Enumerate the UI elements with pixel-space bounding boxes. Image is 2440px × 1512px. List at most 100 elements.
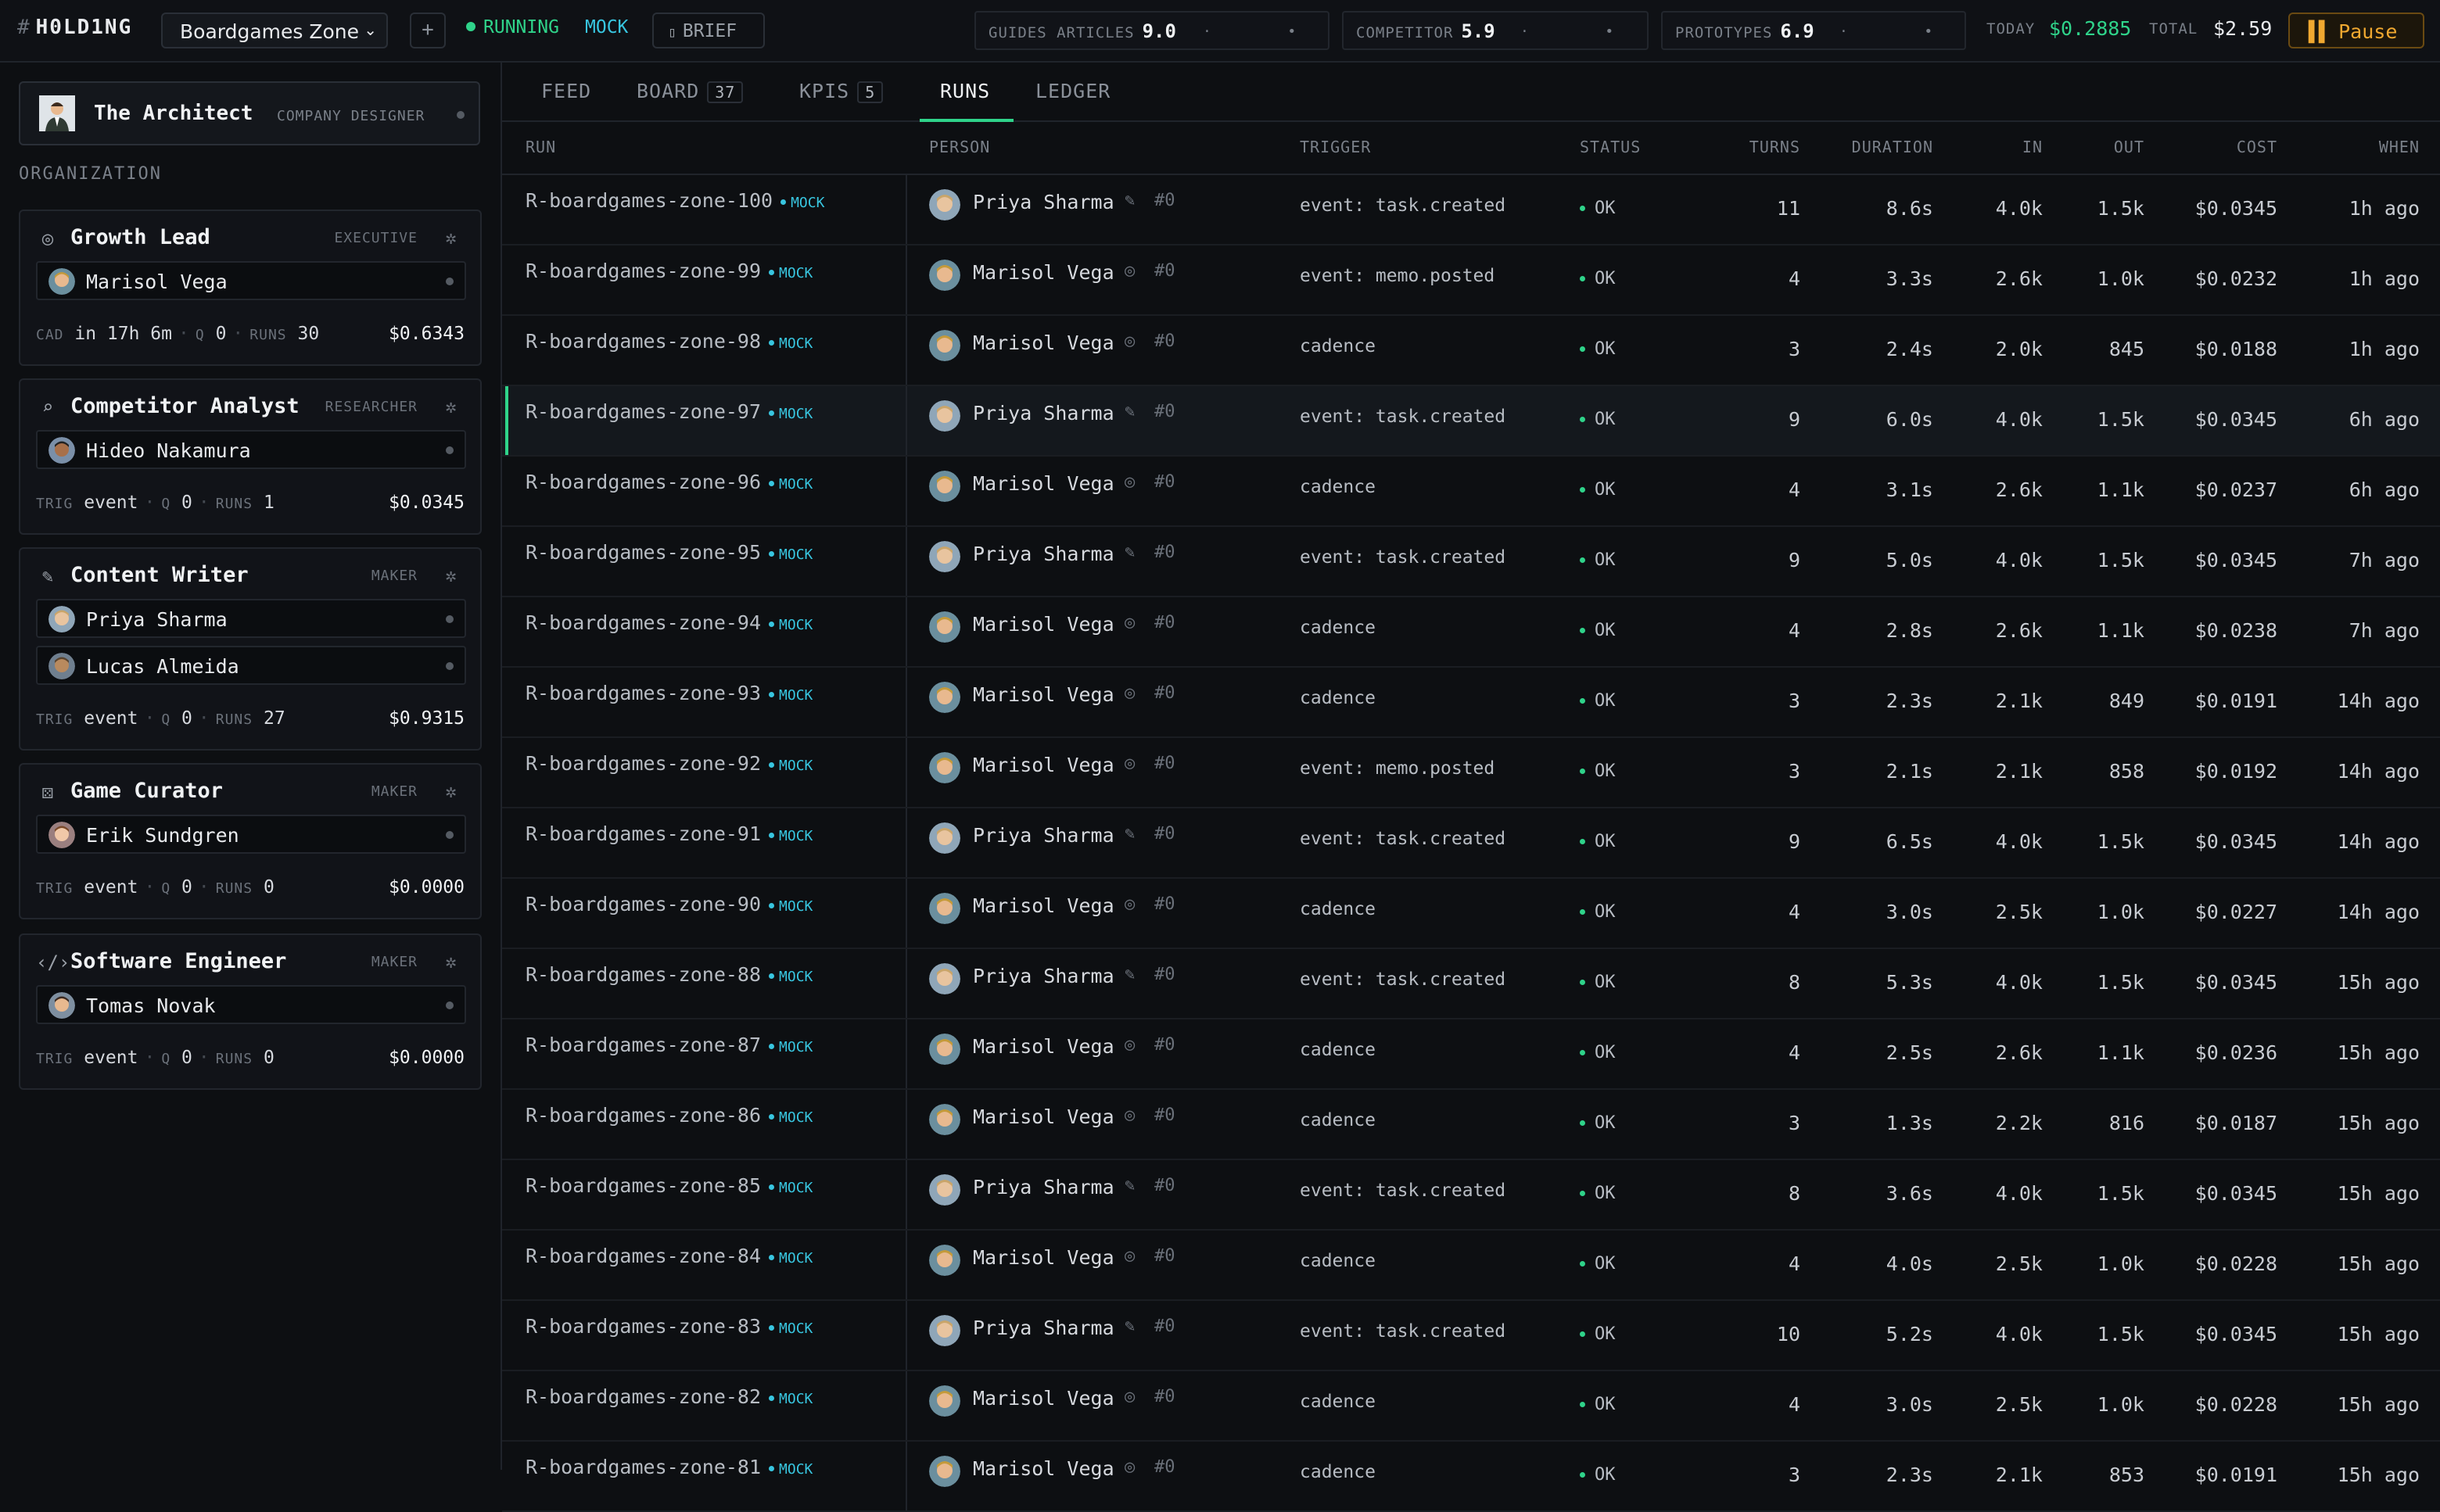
person-name[interactable]: Priya Sharma [973, 191, 1114, 213]
run-cell[interactable]: R-boardgames-zone-87 MOCK [502, 1019, 907, 1088]
role-card-content-writer[interactable]: ✎ Content Writer MAKER ✲ Priya Sharma Lu… [19, 547, 482, 751]
table-row[interactable]: R-boardgames-zone-81 MOCK Marisol Vega ◎ #0 c… [502, 1442, 2440, 1512]
table-row[interactable]: R-boardgames-zone-91 MOCK Priya Sharma ✎ #0 e… [502, 808, 2440, 879]
run-cell[interactable]: R-boardgames-zone-96 MOCK [502, 457, 907, 525]
run-id[interactable]: R-boardgames-zone-81 MOCK [526, 1456, 813, 1478]
table-row[interactable]: R-boardgames-zone-100 MOCK Priya Sharma ✎ #0… [502, 175, 2440, 245]
table-row[interactable]: R-boardgames-zone-85 MOCK Priya Sharma ✎ #0 e… [502, 1160, 2440, 1231]
run-id[interactable]: R-boardgames-zone-99 MOCK [526, 260, 813, 282]
person-name[interactable]: Priya Sharma [973, 824, 1114, 847]
person-name[interactable]: Marisol Vega [973, 1387, 1114, 1410]
person-name[interactable]: Marisol Vega [973, 683, 1114, 706]
person-row[interactable]: Marisol Vega [36, 261, 466, 300]
run-id[interactable]: R-boardgames-zone-92 MOCK [526, 752, 813, 775]
column-header[interactable]: STATUS [1580, 138, 1641, 156]
person-name[interactable]: Marisol Vega [973, 1457, 1114, 1480]
role-card-game-curator[interactable]: ⚄ Game Curator MAKER ✲ Erik Sundgren TRI… [19, 763, 482, 919]
run-cell[interactable]: R-boardgames-zone-82 MOCK [502, 1371, 907, 1440]
person-name[interactable]: Marisol Vega [973, 1105, 1114, 1128]
metric-prototypes[interactable]: PROTOTYPES 6.9 · • [1661, 11, 1966, 50]
gear-icon[interactable]: ✲ [446, 227, 457, 249]
column-header[interactable]: WHEN [2301, 138, 2420, 156]
table-row[interactable]: R-boardgames-zone-90 MOCK Marisol Vega ◎ #0 c… [502, 879, 2440, 949]
run-id[interactable]: R-boardgames-zone-93 MOCK [526, 682, 813, 704]
person-name[interactable]: Marisol Vega [973, 613, 1114, 636]
column-header[interactable]: RUN [526, 138, 556, 156]
run-cell[interactable]: R-boardgames-zone-90 MOCK [502, 879, 907, 948]
person-name[interactable]: Marisol Vega [973, 331, 1114, 354]
add-company-button[interactable]: + [410, 13, 446, 48]
person-row[interactable]: Priya Sharma [36, 599, 466, 638]
person-name[interactable]: Marisol Vega [973, 894, 1114, 917]
table-row[interactable]: R-boardgames-zone-95 MOCK Priya Sharma ✎ #0 e… [502, 527, 2440, 597]
column-header[interactable]: TURNS [1706, 138, 1800, 156]
run-cell[interactable]: R-boardgames-zone-85 MOCK [502, 1160, 907, 1229]
person-name[interactable]: Marisol Vega [973, 754, 1114, 776]
run-id[interactable]: R-boardgames-zone-100 MOCK [526, 189, 824, 212]
pause-button[interactable]: ▌▌ Pause [2288, 13, 2424, 48]
role-card-software-engineer[interactable]: ‹/› Software Engineer MAKER ✲ Tomas Nova… [19, 933, 482, 1090]
table-row[interactable]: R-boardgames-zone-98 MOCK Marisol Vega ◎ #0 c… [502, 316, 2440, 386]
run-cell[interactable]: R-boardgames-zone-99 MOCK [502, 245, 907, 314]
tab-ledger[interactable]: LEDGER [1035, 80, 1111, 102]
run-id[interactable]: R-boardgames-zone-84 MOCK [526, 1245, 813, 1267]
run-id[interactable]: R-boardgames-zone-94 MOCK [526, 611, 813, 634]
person-name[interactable]: Priya Sharma [973, 1176, 1114, 1198]
run-cell[interactable]: R-boardgames-zone-100 MOCK [502, 175, 907, 244]
tab-feed[interactable]: FEED [541, 80, 591, 102]
person-name[interactable]: Marisol Vega [973, 1246, 1114, 1269]
run-cell[interactable]: R-boardgames-zone-98 MOCK [502, 316, 907, 385]
column-header[interactable]: IN [1965, 138, 2043, 156]
metric-competitor[interactable]: COMPETITOR 5.9 · • [1342, 11, 1649, 50]
run-id[interactable]: R-boardgames-zone-85 MOCK [526, 1174, 813, 1197]
run-cell[interactable]: R-boardgames-zone-94 MOCK [502, 597, 907, 666]
architect-card[interactable]: The Architect COMPANY DESIGNER [19, 81, 480, 145]
person-row[interactable]: Lucas Almeida [36, 646, 466, 685]
run-id[interactable]: R-boardgames-zone-88 MOCK [526, 963, 813, 986]
run-id[interactable]: R-boardgames-zone-82 MOCK [526, 1385, 813, 1408]
tab-kpis[interactable]: KPIS 5 [799, 80, 884, 103]
run-cell[interactable]: R-boardgames-zone-97 MOCK [502, 386, 907, 455]
tab-board[interactable]: BOARD 37 [637, 80, 744, 103]
run-cell[interactable]: R-boardgames-zone-84 MOCK [502, 1231, 907, 1299]
person-name[interactable]: Priya Sharma [973, 1317, 1114, 1339]
person-row[interactable]: Tomas Novak [36, 985, 466, 1024]
person-name[interactable]: Priya Sharma [973, 965, 1114, 987]
gear-icon[interactable]: ✲ [446, 564, 457, 586]
run-cell[interactable]: R-boardgames-zone-83 MOCK [502, 1301, 907, 1370]
tab-runs[interactable]: RUNS [940, 80, 990, 102]
table-row[interactable]: R-boardgames-zone-83 MOCK Priya Sharma ✎ #0 e… [502, 1301, 2440, 1371]
gear-icon[interactable]: ✲ [446, 780, 457, 802]
run-cell[interactable]: R-boardgames-zone-93 MOCK [502, 668, 907, 736]
run-cell[interactable]: R-boardgames-zone-92 MOCK [502, 738, 907, 807]
person-name[interactable]: Priya Sharma [973, 543, 1114, 565]
run-cell[interactable]: R-boardgames-zone-88 MOCK [502, 949, 907, 1018]
run-cell[interactable]: R-boardgames-zone-86 MOCK [502, 1090, 907, 1159]
gear-icon[interactable]: ✲ [446, 396, 457, 417]
column-header[interactable]: OUT [2066, 138, 2144, 156]
run-id[interactable]: R-boardgames-zone-91 MOCK [526, 822, 813, 845]
table-row[interactable]: R-boardgames-zone-99 MOCK Marisol Vega ◎ #0 e… [502, 245, 2440, 316]
brief-button[interactable]: ▯ BRIEF [652, 13, 765, 48]
metric-guides-articles[interactable]: GUIDES ARTICLES 9.0 · • [974, 11, 1329, 50]
run-cell[interactable]: R-boardgames-zone-91 MOCK [502, 808, 907, 877]
run-cell[interactable]: R-boardgames-zone-95 MOCK [502, 527, 907, 596]
table-row[interactable]: R-boardgames-zone-97 MOCK Priya Sharma ✎ #0 e… [502, 386, 2440, 457]
person-name[interactable]: Priya Sharma [973, 402, 1114, 425]
run-id[interactable]: R-boardgames-zone-97 MOCK [526, 400, 813, 423]
column-header[interactable]: PERSON [929, 138, 990, 156]
person-row[interactable]: Hideo Nakamura [36, 430, 466, 469]
company-select[interactable]: Boardgames Zone ⌄ [161, 13, 388, 48]
role-card-growth-lead[interactable]: ◎ Growth Lead EXECUTIVE ✲ Marisol Vega C… [19, 210, 482, 366]
column-header[interactable]: TRIGGER [1300, 138, 1371, 156]
person-name[interactable]: Marisol Vega [973, 1035, 1114, 1058]
run-id[interactable]: R-boardgames-zone-98 MOCK [526, 330, 813, 353]
table-row[interactable]: R-boardgames-zone-92 MOCK Marisol Vega ◎ #0 e… [502, 738, 2440, 808]
run-id[interactable]: R-boardgames-zone-90 MOCK [526, 893, 813, 915]
gear-icon[interactable]: ✲ [446, 951, 457, 973]
table-row[interactable]: R-boardgames-zone-96 MOCK Marisol Vega ◎ #0 c… [502, 457, 2440, 527]
run-id[interactable]: R-boardgames-zone-96 MOCK [526, 471, 813, 493]
column-header[interactable]: DURATION [1832, 138, 1933, 156]
person-name[interactable]: Marisol Vega [973, 261, 1114, 284]
run-id[interactable]: R-boardgames-zone-86 MOCK [526, 1104, 813, 1127]
